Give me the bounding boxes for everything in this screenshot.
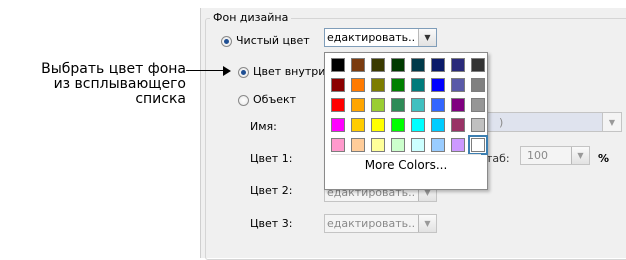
color-swatch[interactable]: [468, 135, 488, 155]
color-swatch[interactable]: [411, 118, 425, 132]
color-swatch[interactable]: [431, 58, 445, 72]
color-swatch[interactable]: [351, 58, 365, 72]
callout-text: Выбрать цвет фона из всплывающего списка: [8, 62, 186, 107]
color-swatch[interactable]: [331, 98, 345, 112]
more-colors-button[interactable]: More Colors...: [325, 158, 487, 172]
callout-line-3: списка: [135, 91, 186, 107]
color-swatch[interactable]: [411, 138, 425, 152]
color-swatch[interactable]: [391, 58, 405, 72]
color-swatch[interactable]: [351, 98, 365, 112]
color2-label: Цвет 2:: [250, 184, 293, 197]
color-swatch[interactable]: [411, 98, 425, 112]
solid-color-radio[interactable]: [221, 36, 232, 47]
color-swatch[interactable]: [371, 118, 385, 132]
callout-line-1: Выбрать цвет фона: [41, 61, 186, 77]
color-swatch[interactable]: [371, 98, 385, 112]
callout-arrow-icon: [223, 66, 231, 76]
chevron-down-icon[interactable]: ▼: [418, 29, 436, 46]
color-swatch[interactable]: [351, 118, 365, 132]
inner-color-radio[interactable]: [238, 67, 249, 78]
chevron-down-icon[interactable]: ▼: [602, 113, 621, 131]
color-swatch[interactable]: [471, 98, 485, 112]
solid-color-dropdown-value: едактировать..: [327, 31, 416, 44]
color-swatch[interactable]: [431, 98, 445, 112]
color-swatch[interactable]: [331, 138, 345, 152]
callout-arrow-line: [186, 70, 226, 71]
color-swatch-grid: [331, 58, 488, 155]
color-swatch[interactable]: [451, 78, 465, 92]
color-swatch[interactable]: [471, 58, 485, 72]
chevron-down-icon[interactable]: ▼: [418, 215, 436, 232]
percent-label: %: [598, 152, 610, 165]
color-swatch[interactable]: [411, 78, 425, 92]
inner-color-label: Цвет внутри: [253, 65, 326, 78]
color-swatch[interactable]: [371, 78, 385, 92]
object-radio[interactable]: [238, 95, 249, 106]
color-palette-popup: More Colors...: [324, 52, 488, 190]
callout-line-2: из всплывающего: [53, 76, 186, 92]
color-swatch[interactable]: [471, 78, 485, 92]
color-swatch[interactable]: [451, 58, 465, 72]
color3-dropdown-value: едактировать..: [327, 217, 416, 230]
color-swatch[interactable]: [431, 78, 445, 92]
color-swatch[interactable]: [331, 118, 345, 132]
scale-label: таб:: [486, 152, 510, 165]
color-swatch[interactable]: [371, 58, 385, 72]
color-swatch[interactable]: [451, 138, 465, 152]
object-label: Объект: [253, 93, 297, 106]
color3-dropdown[interactable]: едактировать.. ▼: [324, 214, 437, 233]
color-swatch[interactable]: [431, 138, 445, 152]
chevron-down-icon[interactable]: ▼: [571, 147, 589, 164]
color-swatch[interactable]: [351, 78, 365, 92]
scale-dropdown[interactable]: 100 ▼: [520, 146, 590, 165]
color-swatch[interactable]: [391, 138, 405, 152]
color-swatch[interactable]: [431, 118, 445, 132]
solid-color-dropdown[interactable]: едактировать.. ▼: [324, 28, 437, 47]
color-swatch[interactable]: [391, 78, 405, 92]
color-swatch[interactable]: [371, 138, 385, 152]
name-field-value: ): [499, 116, 504, 129]
color-swatch[interactable]: [451, 118, 465, 132]
color-swatch[interactable]: [391, 118, 405, 132]
color3-label: Цвет 3:: [250, 217, 293, 230]
color-swatch[interactable]: [331, 58, 345, 72]
color-swatch[interactable]: [391, 98, 405, 112]
color-swatch[interactable]: [451, 98, 465, 112]
name-label: Имя:: [250, 120, 277, 133]
divider: [331, 154, 481, 155]
color1-label: Цвет 1:: [250, 152, 293, 165]
color-swatch[interactable]: [331, 78, 345, 92]
color-swatch[interactable]: [351, 138, 365, 152]
color-swatch[interactable]: [471, 118, 485, 132]
group-title: Фон дизайна: [210, 11, 292, 24]
scale-value: 100: [527, 149, 548, 162]
solid-color-label: Чистый цвет: [236, 34, 310, 47]
color-swatch[interactable]: [411, 58, 425, 72]
